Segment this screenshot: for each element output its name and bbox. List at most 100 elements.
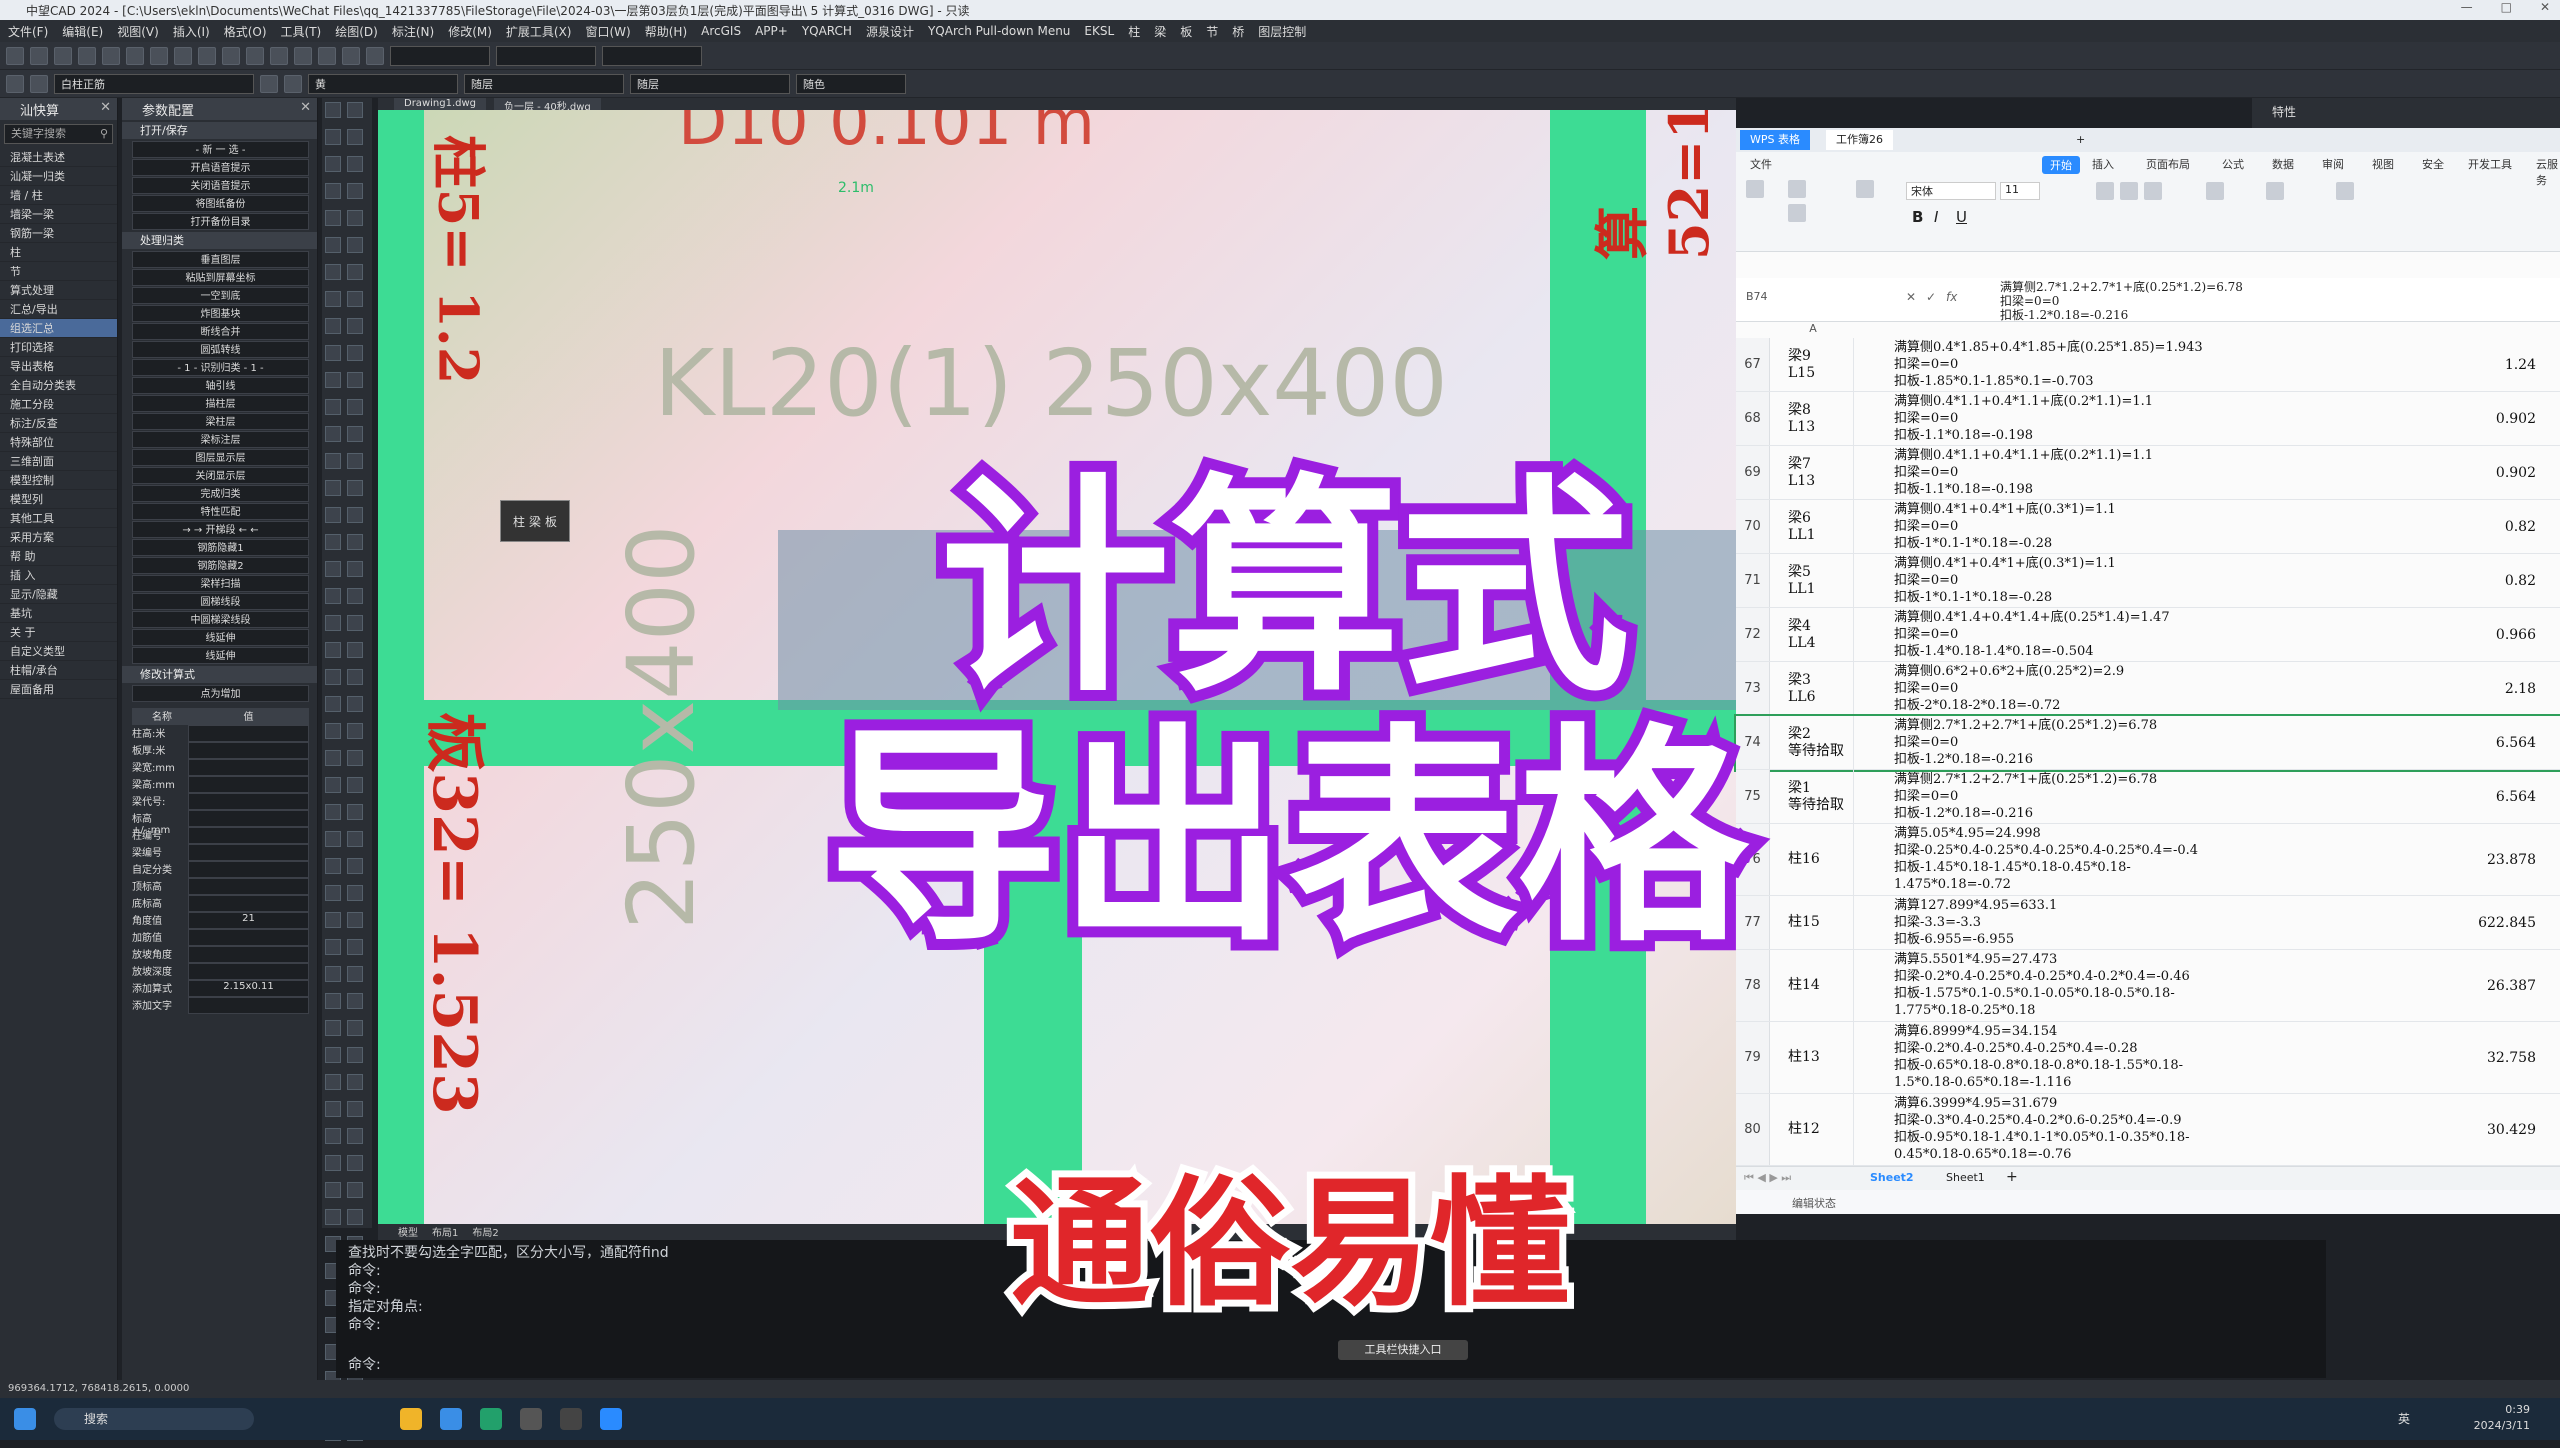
draw-tool-icon[interactable]	[325, 129, 341, 145]
cell-a[interactable]: 梁6 LL1	[1772, 500, 1854, 553]
draw-tool-icon[interactable]	[347, 1128, 363, 1144]
draw-tool-icon[interactable]	[325, 1101, 341, 1117]
property-value[interactable]	[188, 895, 309, 912]
cell-c[interactable]: 0.966	[2496, 608, 2536, 661]
draw-tool-icon[interactable]	[325, 1047, 341, 1063]
draw-tool-icon[interactable]	[347, 264, 363, 280]
tree-item[interactable]: 显示/隐藏	[0, 585, 117, 604]
menu-item[interactable]: 节	[1206, 23, 1218, 40]
draw-tool-icon[interactable]	[347, 480, 363, 496]
draw-tool-icon[interactable]	[325, 993, 341, 1009]
align-left-icon[interactable]	[2096, 182, 2114, 200]
save-icon[interactable]	[54, 46, 72, 65]
align-right-icon[interactable]	[2144, 182, 2162, 200]
menu-item[interactable]: 帮助(H)	[645, 23, 687, 40]
table-row[interactable]: 74 梁2 等待拾取 满算侧2.7*1.2+2.7*1+底(0.25*1.2)=6.…	[1734, 714, 2560, 772]
property-value[interactable]	[188, 861, 309, 878]
draw-tool-icon[interactable]	[325, 183, 341, 199]
draw-tool-icon[interactable]	[347, 1047, 363, 1063]
plotstyle-combo[interactable]: 随色	[796, 73, 906, 94]
menu-item[interactable]: 工具(T)	[281, 23, 322, 40]
menu-item[interactable]: 扩展工具(X)	[506, 23, 572, 40]
draw-tool-icon[interactable]	[347, 453, 363, 469]
tree-item[interactable]: 采用方案	[0, 528, 117, 547]
tree-item[interactable]: 其他工具	[0, 509, 117, 528]
draw-tool-icon[interactable]	[325, 885, 341, 901]
sheet-tab[interactable]: Sheet1	[1946, 1171, 1985, 1184]
draw-tool-icon[interactable]	[347, 777, 363, 793]
draw-tool-icon[interactable]	[325, 1155, 341, 1171]
tree-item[interactable]: 模型控制	[0, 471, 117, 490]
tree-item[interactable]: 特殊部位	[0, 433, 117, 452]
cell-c[interactable]: 0.82	[2505, 500, 2536, 553]
tab-start[interactable]: 开始	[2042, 156, 2080, 174]
draw-tool-icon[interactable]	[325, 102, 341, 118]
draw-tool-icon[interactable]	[347, 399, 363, 415]
wps-app-tab[interactable]: WPS 表格	[1740, 130, 1810, 150]
file-explorer-icon[interactable]	[400, 1408, 422, 1430]
draw-tool-icon[interactable]	[347, 831, 363, 847]
mail-icon[interactable]	[440, 1408, 462, 1430]
draw-tool-icon[interactable]	[325, 912, 341, 928]
draw-tool-icon[interactable]	[325, 291, 341, 307]
property-value[interactable]	[188, 776, 309, 793]
draw-tool-icon[interactable]	[347, 345, 363, 361]
tab-view[interactable]: 视图	[2372, 156, 2394, 172]
cell-c[interactable]: 32.758	[2487, 1022, 2536, 1093]
property-value[interactable]	[188, 878, 309, 895]
config-button[interactable]: 圆梯线段	[132, 593, 309, 610]
draw-tool-icon[interactable]	[325, 372, 341, 388]
draw-tool-icon[interactable]	[325, 939, 341, 955]
cell-a[interactable]: 梁1 等待拾取	[1772, 770, 1854, 823]
clock[interactable]: 0:39 2024/3/11	[2474, 1402, 2530, 1434]
minimize-icon[interactable]: —	[2461, 0, 2473, 14]
cell-a[interactable]: 梁9 L15	[1772, 338, 1854, 391]
cell-b[interactable]: 满算侧0.4*1+0.4*1+底(0.3*1)=1.1 扣梁=0=0 扣板-1*…	[1894, 501, 2394, 552]
cell-a[interactable]: 柱15	[1772, 896, 1854, 949]
draw-tool-icon[interactable]	[325, 858, 341, 874]
cad-icon[interactable]	[560, 1408, 582, 1430]
cell-a[interactable]: 梁8 L13	[1772, 392, 1854, 445]
table-row[interactable]: 72 梁4 LL4 满算侧0.4*1.4+0.4*1.4+底(0.25*1.4)=1…	[1736, 608, 2560, 662]
property-value[interactable]	[188, 929, 309, 946]
draw-tool-icon[interactable]	[347, 939, 363, 955]
draw-tool-icon[interactable]	[325, 1020, 341, 1036]
config-button[interactable]: 将图纸备份	[132, 195, 309, 212]
confirm-icon[interactable]: ✓	[1926, 290, 1936, 304]
ime-indicator[interactable]: 英	[2398, 1410, 2410, 1427]
format-painter-icon[interactable]	[1856, 180, 1874, 198]
tab-layout[interactable]: 页面布局	[2146, 156, 2190, 172]
cell-b[interactable]: 满算侧2.7*1.2+2.7*1+底(0.25*1.2)=6.78 扣梁=0=0…	[1894, 717, 2394, 768]
cell-b[interactable]: 满算侧0.4*1.1+0.4*1.1+底(0.2*1.1)=1.1 扣梁=0=0…	[1894, 393, 2394, 444]
properties-icon[interactable]	[318, 46, 336, 65]
close-icon[interactable]: ✕	[100, 100, 111, 115]
workbook-tab[interactable]: 工作簿26	[1826, 130, 1893, 150]
layer-prev-icon[interactable]	[260, 74, 278, 93]
draw-tool-icon[interactable]	[325, 1209, 341, 1225]
new-file-icon[interactable]	[6, 46, 24, 65]
menu-item[interactable]: 插入(I)	[173, 23, 210, 40]
open-file-icon[interactable]	[30, 46, 48, 65]
menu-item[interactable]: 梁	[1154, 23, 1166, 40]
draw-tool-icon[interactable]	[347, 858, 363, 874]
cell-b[interactable]: 满算侧0.4*1.85+0.4*1.85+底(0.25*1.85)=1.943 …	[1894, 339, 2394, 390]
menu-item[interactable]: 绘图(D)	[335, 23, 378, 40]
config-button[interactable]: 图层显示层	[132, 449, 309, 466]
config-button[interactable]: 完成归类	[132, 485, 309, 502]
draw-tool-icon[interactable]	[325, 831, 341, 847]
tree-item[interactable]: 汕凝一归类	[0, 167, 117, 186]
menu-item[interactable]: 视图(V)	[117, 23, 159, 40]
cell-a[interactable]: 梁5 LL1	[1772, 554, 1854, 607]
property-value[interactable]	[188, 725, 309, 742]
cell-c[interactable]: 26.387	[2487, 950, 2536, 1021]
draw-tool-icon[interactable]	[347, 966, 363, 982]
config-button[interactable]: 一空到底	[132, 287, 309, 304]
table-row[interactable]: 68 梁8 L13 满算侧0.4*1.1+0.4*1.1+底(0.2*1.1)=1.…	[1736, 392, 2560, 446]
cell-a[interactable]: 梁4 LL4	[1772, 608, 1854, 661]
table-row[interactable]: 77 柱15 满算127.899*4.95=633.1 扣梁-3.3=-3.3 扣板…	[1736, 896, 2560, 950]
tree-item[interactable]: 屋面备用	[0, 680, 117, 699]
draw-tool-icon[interactable]	[347, 561, 363, 577]
config-button[interactable]: 打开备份目录	[132, 213, 309, 230]
copy-icon[interactable]	[1788, 204, 1806, 222]
tree-item[interactable]: 墙 / 柱	[0, 186, 117, 205]
